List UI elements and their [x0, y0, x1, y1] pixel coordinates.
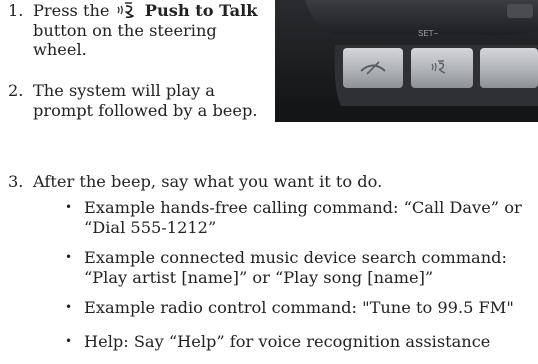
list-item-text: Example radio control command: "Tune to … — [84, 298, 514, 317]
list-item-text: Example connected music device search co… — [84, 248, 507, 287]
step-1-text: Press the Push to Talk button on the ste… — [33, 1, 263, 60]
step-3-text: After the beep, say what you want it to … — [33, 172, 383, 191]
bullet-icon: • — [65, 334, 73, 348]
push-to-talk-icon — [117, 2, 134, 18]
step-2-number: 2. — [8, 81, 24, 100]
page: 1. Press the Push to Talk button on the … — [0, 0, 538, 364]
bullet-icon: • — [65, 250, 73, 264]
bullet-icon: • — [65, 300, 73, 314]
right-button — [480, 48, 538, 88]
push-to-talk-label: Push to Talk — [144, 1, 258, 20]
set-minus-label: SET− — [418, 29, 439, 38]
step-2-text: The system will play a prompt followed b… — [33, 81, 258, 120]
steering-wheel-photo: SET− — [275, 0, 538, 122]
list-item-text: Help: Say “Help” for voice recognition a… — [84, 332, 491, 351]
bullet-icon: • — [65, 200, 73, 214]
step-1-after: button on the steering wheel. — [33, 20, 217, 60]
step-3-number: 3. — [8, 172, 24, 191]
steering-wheel-illustration: SET− — [275, 0, 538, 122]
list-item-text: Example hands-free calling command: “Cal… — [84, 198, 522, 237]
step-1-before: Press the — [33, 1, 110, 20]
step-1-number: 1. — [8, 1, 24, 20]
